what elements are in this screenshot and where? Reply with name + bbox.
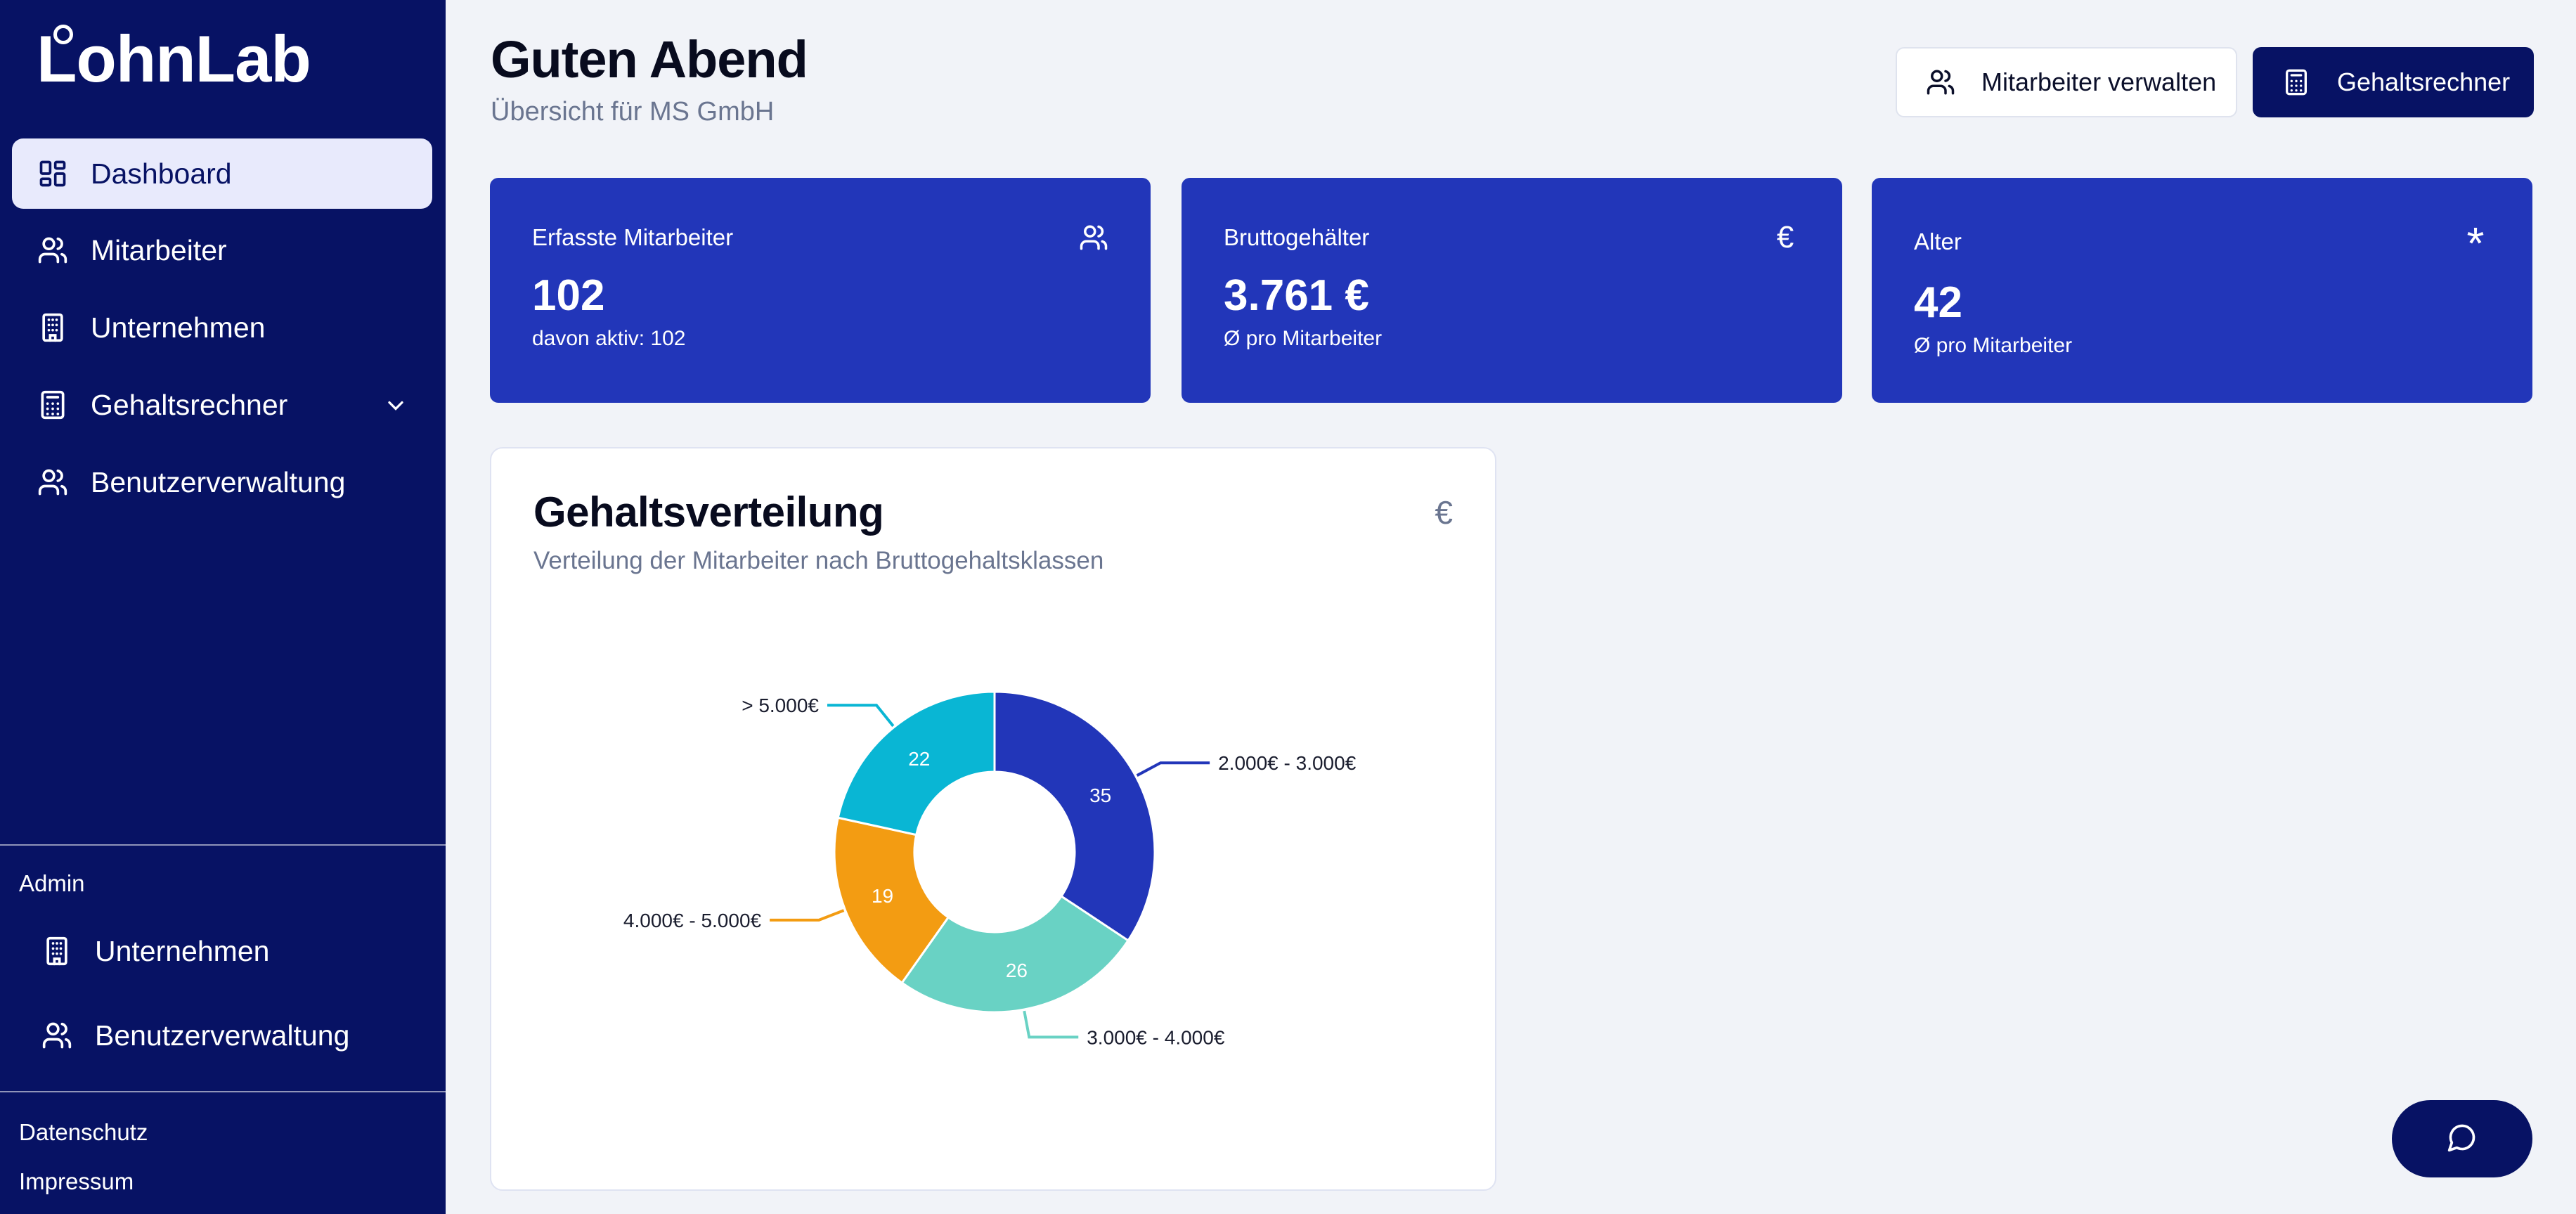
stat-card-salaries: Bruttogehälter € 3.761 € Ø pro Mitarbeit… [1182, 178, 1842, 403]
stat-value: 3.761 € [1224, 271, 1369, 320]
dashboard-icon [36, 157, 70, 191]
sidebar-item-label: Unternehmen [91, 311, 266, 344]
sidebar-divider [0, 1091, 446, 1092]
data-label-4000-5000: 19 [872, 885, 893, 907]
footer-link-datenschutz[interactable]: Datenschutz [19, 1119, 148, 1146]
stat-value: 102 [532, 271, 605, 320]
stat-card-age: Alter * 42 Ø pro Mitarbeiter [1872, 178, 2532, 403]
salary-distribution-card: Gehaltsverteilung Verteilung der Mitarbe… [490, 447, 1496, 1191]
sidebar-item-benutzerverwaltung[interactable]: Benutzerverwaltung [12, 447, 432, 517]
button-label: Mitarbeiter verwalten [1981, 67, 2217, 96]
admin-item-label: Unternehmen [95, 934, 270, 967]
stat-title: Erfasste Mitarbeiter [532, 224, 734, 250]
sidebar-item-unternehmen[interactable]: Unternehmen [12, 292, 432, 363]
building-icon [36, 311, 70, 344]
admin-section-label: Admin [19, 870, 85, 896]
logo-dot [53, 25, 73, 44]
sidebar-item-mitarbeiter[interactable]: Mitarbeiter [12, 215, 432, 285]
salary-calculator-button[interactable]: Gehaltsrechner [2253, 47, 2534, 117]
stat-sub: davon aktiv: 102 [532, 327, 686, 350]
donut-chart: 35 2.000€ - 3.000€ 26 3.000€ - 4.000€ 19 4.00… [623, 690, 1357, 1048]
stat-title: Bruttogehälter [1224, 224, 1370, 250]
admin-item-label: Benutzerverwaltung [95, 1019, 350, 1052]
users-icon [1077, 221, 1110, 254]
stat-card-employees: Erfasste Mitarbeiter 102 davon aktiv: 10… [490, 178, 1151, 403]
brand-logo[interactable]: LohnLab [37, 21, 311, 97]
users-icon [1925, 67, 1956, 98]
sidebar-item-label: Mitarbeiter [91, 233, 227, 266]
button-label: Gehaltsrechner [2337, 67, 2511, 96]
users-icon [36, 233, 70, 267]
sidebar: LohnLab Dashboard Mitarbeiter Unternehme… [0, 0, 446, 1214]
category-label-over-5000: > 5.000€ [742, 695, 819, 716]
sidebar-item-label: Benutzerverwaltung [91, 465, 346, 498]
euro-icon: € [1776, 220, 1794, 254]
admin-item-unternehmen[interactable]: Unternehmen [19, 916, 432, 986]
data-label-2000-3000: 35 [1089, 784, 1111, 806]
footer-link-impressum[interactable]: Impressum [19, 1168, 134, 1195]
leader-line-over-5000 [827, 704, 895, 728]
sidebar-item-label: Gehaltsrechner [91, 388, 288, 421]
data-label-3000-4000: 26 [1006, 960, 1028, 981]
asterisk-icon: * [2466, 218, 2485, 269]
leader-line-2000-3000 [1136, 761, 1210, 777]
calculator-icon [2281, 67, 2312, 98]
users-icon [36, 465, 70, 499]
users-icon [40, 1019, 74, 1052]
chat-bubble-icon [2447, 1122, 2478, 1156]
sidebar-item-label: Dashboard [91, 157, 232, 190]
admin-item-benutzerverwaltung[interactable]: Benutzerverwaltung [19, 1000, 432, 1071]
stat-value: 42 [1914, 278, 1962, 327]
category-label-2000-3000: 2.000€ - 3.000€ [1218, 752, 1357, 774]
donut-slice-2000-3000[interactable] [993, 690, 1156, 943]
building-icon [40, 934, 74, 968]
page-title: Guten Abend [491, 30, 808, 89]
stat-sub: Ø pro Mitarbeiter [1914, 334, 2073, 357]
page-subtitle: Übersicht für MS GmbH [491, 97, 775, 127]
data-label-over-5000: 22 [908, 748, 930, 770]
chevron-down-icon[interactable] [383, 392, 408, 418]
sidebar-item-gehaltsrechner[interactable]: Gehaltsrechner [12, 370, 432, 440]
leader-line-3000-4000 [1023, 1010, 1079, 1039]
calculator-icon [36, 388, 70, 422]
category-label-4000-5000: 4.000€ - 5.000€ [623, 910, 762, 931]
stat-sub: Ø pro Mitarbeiter [1224, 327, 1383, 350]
sidebar-divider [0, 844, 446, 846]
category-label-3000-4000: 3.000€ - 4.000€ [1087, 1026, 1225, 1048]
sidebar-item-dashboard[interactable]: Dashboard [12, 138, 432, 209]
chat-button[interactable] [2392, 1100, 2532, 1177]
leader-line-4000-5000 [770, 909, 845, 922]
stat-title: Alter [1914, 228, 1962, 254]
manage-employees-button[interactable]: Mitarbeiter verwalten [1896, 47, 2237, 117]
